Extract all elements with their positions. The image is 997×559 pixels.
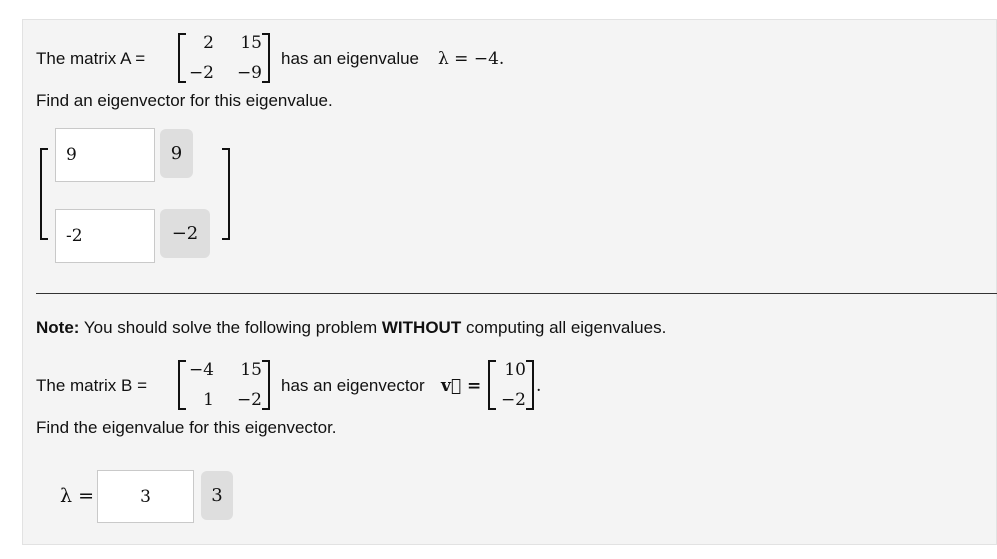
matrix-a-cell: −2 [188, 63, 214, 83]
note-text: You should solve the following problem [79, 318, 382, 337]
matrix-a-left-bracket [178, 33, 186, 83]
matrix-b-cell: 1 [203, 390, 214, 410]
problem1-instruction: Find an eigenvector for this eigenvalue. [36, 91, 333, 110]
matrix-b-cell: −4 [188, 360, 214, 380]
note-strong: WITHOUT [381, 318, 462, 337]
matrix-a-cell: 2 [203, 33, 214, 53]
problem2-instruction: Find the eigenvalue for this eigenvector… [36, 418, 337, 437]
matrix-b-right-bracket [262, 360, 270, 410]
section-divider [36, 293, 997, 294]
answer-vector-right-bracket [222, 148, 230, 240]
eigenvalue-preview: 3 [201, 471, 233, 520]
eigenvector-entry-2-input[interactable] [55, 209, 155, 263]
matrix-b-left-bracket [178, 360, 186, 410]
problem1-intro: The matrix A = [36, 49, 146, 68]
problem1-lambda-value: λ = −4. [438, 49, 505, 69]
eigenvector-entry-1-preview: 9 [160, 129, 193, 178]
answer-vector-left-bracket [40, 148, 48, 240]
vector-v-period: . [536, 376, 542, 396]
vector-v-right-bracket [526, 360, 534, 410]
note-label: Note: [36, 318, 80, 337]
vector-v-cell: 10 [504, 360, 526, 380]
problem2-note: Note: You should solve the following pro… [36, 318, 666, 338]
lambda-label: λ = [60, 485, 95, 507]
matrix-a-cell: −9 [236, 63, 262, 83]
eigenvector-entry-2-preview: −2 [160, 209, 210, 258]
problem2-has-eigenvector: has an eigenvector [281, 376, 425, 395]
eigenvalue-input[interactable] [97, 470, 194, 523]
vector-v-symbol: v⃗ = [441, 376, 482, 396]
problem2-intro: The matrix B = [36, 376, 148, 395]
matrix-a-cell: 15 [240, 33, 262, 53]
matrix-b-cell: −2 [236, 390, 262, 410]
matrix-b-cell: 15 [240, 360, 262, 380]
matrix-a-right-bracket [262, 33, 270, 83]
eigenvector-entry-1-input[interactable] [55, 128, 155, 182]
note-text: computing all eigenvalues. [461, 318, 667, 337]
problem1-has-eigenvalue: has an eigenvalue [281, 49, 420, 68]
vector-v-cell: −2 [500, 390, 526, 410]
